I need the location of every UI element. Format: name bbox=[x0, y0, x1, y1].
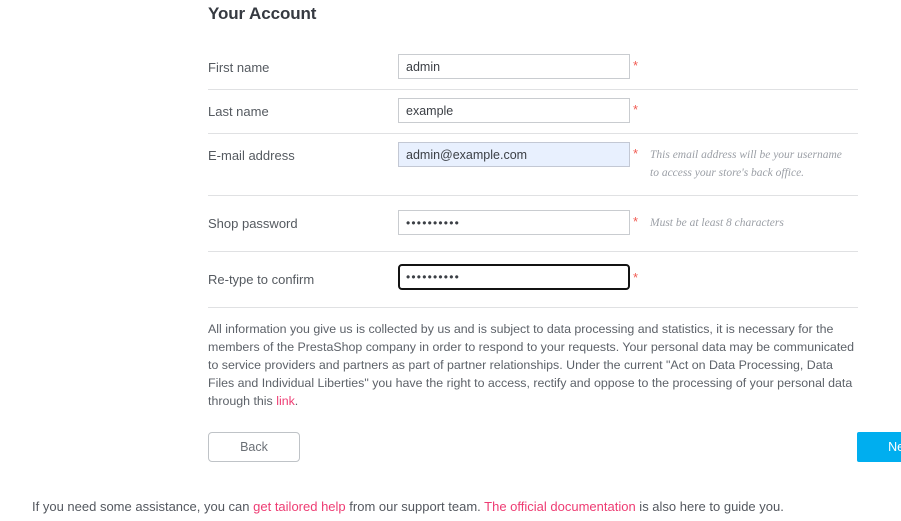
first-name-input[interactable] bbox=[398, 54, 630, 79]
required-asterisk: * bbox=[633, 214, 639, 229]
label-last-name: Last name bbox=[208, 104, 269, 119]
extra-email: * This email address will be your userna… bbox=[630, 134, 858, 182]
privacy-link[interactable]: link bbox=[276, 394, 295, 408]
form-row-last-name: Last name * bbox=[208, 90, 858, 134]
last-name-input[interactable] bbox=[398, 98, 630, 123]
form-row-first-name: First name * bbox=[208, 46, 858, 90]
footer-text-3: is also here to guide you. bbox=[635, 499, 784, 514]
assistance-footer: If you need some assistance, you can get… bbox=[32, 498, 784, 516]
confirm-password-input[interactable] bbox=[398, 264, 630, 290]
required-asterisk: * bbox=[633, 270, 639, 285]
footer-text-2: from our support team. bbox=[345, 499, 485, 514]
email-input[interactable] bbox=[398, 142, 630, 167]
control-last-name bbox=[398, 90, 630, 123]
form-row-confirm-password: Re-type to confirm * bbox=[208, 252, 858, 308]
privacy-notice-text: All information you give us is collected… bbox=[208, 322, 855, 408]
tailored-help-link[interactable]: get tailored help bbox=[253, 499, 346, 514]
required-asterisk: * bbox=[633, 102, 639, 117]
back-button[interactable]: Back bbox=[208, 432, 300, 462]
account-form-panel: Your Account First name * Last name * bbox=[208, 0, 901, 482]
form-row-shop-password: Shop password * Must be at least 8 chara… bbox=[208, 196, 858, 252]
extra-first-name: * bbox=[630, 46, 858, 72]
installer-page: Your Account First name * Last name * bbox=[0, 0, 901, 521]
extra-shop-password: * Must be at least 8 characters bbox=[630, 196, 858, 232]
control-shop-password bbox=[398, 196, 630, 235]
control-first-name bbox=[398, 46, 630, 79]
form-actions: Back Next bbox=[208, 432, 901, 482]
official-documentation-link[interactable]: The official documentation bbox=[484, 499, 636, 514]
control-confirm-password bbox=[398, 252, 630, 290]
privacy-notice-period: . bbox=[294, 394, 299, 408]
label-first-name: First name bbox=[208, 60, 270, 75]
hint-shop-password: Must be at least 8 characters bbox=[650, 217, 784, 229]
footer-text-1: If you need some assistance, you can bbox=[32, 499, 254, 514]
control-email bbox=[398, 134, 630, 167]
label-shop-password: Shop password bbox=[208, 216, 298, 231]
extra-last-name: * bbox=[630, 90, 858, 116]
extra-confirm-password: * bbox=[630, 252, 858, 284]
hint-email: This email address will be your username… bbox=[650, 149, 842, 179]
privacy-notice: All information you give us is collected… bbox=[208, 308, 856, 410]
required-asterisk: * bbox=[633, 58, 639, 73]
required-asterisk: * bbox=[633, 146, 639, 161]
form-row-email: E-mail address * This email address will… bbox=[208, 134, 858, 196]
shop-password-input[interactable] bbox=[398, 210, 630, 235]
label-confirm-password: Re-type to confirm bbox=[208, 272, 315, 287]
page-title: Your Account bbox=[208, 4, 317, 23]
label-email: E-mail address bbox=[208, 148, 295, 163]
next-button[interactable]: Next bbox=[857, 432, 901, 462]
